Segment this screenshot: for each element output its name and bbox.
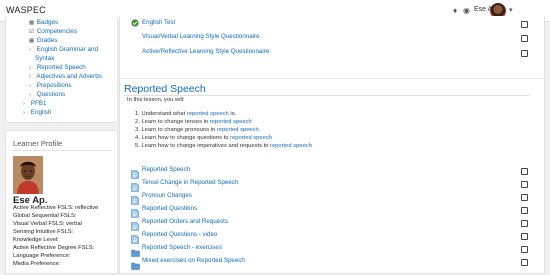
nav-item-grades[interactable]: ▦ Grades <box>29 37 57 45</box>
profile-row: Global Sequential FSLS: <box>13 213 77 219</box>
activity-link[interactable]: Reported Orders and Requests <box>142 218 228 226</box>
completion-checkbox[interactable] <box>521 207 528 214</box>
reported-speech-link[interactable]: reported speech <box>210 119 252 125</box>
completion-checkbox[interactable] <box>521 35 528 42</box>
completion-checkbox[interactable] <box>521 50 528 57</box>
quiz-icon <box>131 19 139 27</box>
activity-link[interactable]: Tense Change in Reported Speech <box>142 179 238 187</box>
chevron-right-icon: › <box>29 74 31 80</box>
activity-link[interactable]: English Test <box>142 19 175 27</box>
section-intro: In this lesson, you will: <box>127 97 185 103</box>
bell-icon[interactable]: ♦ <box>453 6 457 16</box>
nav-item-english-grammar-cont[interactable]: Syntax <box>35 55 54 63</box>
check-square-icon: ☑ <box>29 29 34 35</box>
profile-row: Sensing Intuitive FSLS: <box>13 229 74 235</box>
site-brand[interactable]: WASPEC <box>6 5 46 15</box>
profile-row: Active Reflective Degree FSLS: <box>13 245 95 251</box>
profile-row: Media Preference: <box>13 261 61 267</box>
section-divider <box>120 78 545 79</box>
reported-speech-link[interactable]: reported speech <box>270 143 312 149</box>
objective-item: 1. Understand what reported speech is. <box>135 111 237 117</box>
learner-profile-block: Learner Profile Ese Ap. Active Reflectiv… <box>5 130 118 274</box>
completion-checkbox[interactable] <box>521 233 528 240</box>
reported-speech-link[interactable]: reported speech <box>230 135 272 141</box>
completion-checkbox[interactable] <box>521 259 528 266</box>
section-title[interactable]: Reported Speech <box>124 83 206 95</box>
profile-row: Language Preference: <box>13 253 71 259</box>
nav-item-reported-speech[interactable]: › Reported Speech <box>29 64 86 72</box>
completion-checkbox[interactable] <box>521 246 528 253</box>
objective-item: 4. Learn how to change questions to repo… <box>135 135 272 141</box>
badge-icon: ▩ <box>29 20 35 26</box>
completion-checkbox[interactable] <box>521 181 528 188</box>
caret-down-icon[interactable]: ▾ <box>509 6 513 14</box>
objective-item: 2. Learn to change tenses in reported sp… <box>135 119 252 125</box>
activity-link[interactable]: Visual/Verbal Learning Style Questionnai… <box>142 33 260 41</box>
chevron-right-icon: › <box>29 83 31 89</box>
chevron-right-icon: › <box>29 47 31 53</box>
objective-item: 3. Learn to change pronouns in reported … <box>135 127 259 133</box>
activity-link[interactable]: Pronoun Changes <box>142 192 192 200</box>
learner-photo <box>13 156 43 194</box>
nav-item-prepositions[interactable]: › Prepositions <box>29 82 71 90</box>
completion-checkbox[interactable] <box>521 168 528 175</box>
learner-profile-title: Learner Profile <box>13 139 63 148</box>
completion-checkbox[interactable] <box>521 194 528 201</box>
nav-item-badges[interactable]: ▩ Badges <box>29 19 58 27</box>
nav-item-questions[interactable]: › Questions <box>29 91 65 99</box>
nav-item-english-grammar[interactable]: › English Grammar and <box>29 46 98 54</box>
activity-link[interactable]: Reported Questions - video <box>142 231 217 239</box>
reported-speech-link[interactable]: reported speech <box>217 127 259 133</box>
profile-row: Visual Verbal FSLS: verbal <box>13 221 82 227</box>
divider <box>12 150 112 151</box>
reported-speech-link[interactable]: reported speech <box>187 111 229 117</box>
chevron-right-icon: › <box>23 110 25 116</box>
chat-icon[interactable]: ◉ <box>463 6 470 16</box>
profile-row: Knowledge Level: <box>13 237 59 243</box>
activity-link[interactable]: Reported Speech - exercises <box>142 244 222 252</box>
completion-checkbox[interactable] <box>521 220 528 227</box>
completion-checkbox[interactable] <box>521 21 528 28</box>
activity-link[interactable]: Active/Reflective Learning Style Questio… <box>142 48 269 56</box>
activity-link[interactable]: Reported Questions <box>142 205 197 213</box>
course-content: English Test Visual/Verbal Learning Styl… <box>119 16 545 274</box>
nav-item-english[interactable]: › English <box>23 109 51 117</box>
course-navigation: ▩ Badges ☑ Competencies ▦ Grades › Engli… <box>5 16 118 123</box>
chevron-right-icon: › <box>29 65 31 71</box>
folder-icon <box>131 257 140 275</box>
profile-row: Active Reflective FSLS: reflective <box>13 205 99 211</box>
nav-item-pfb1[interactable]: › PFB1 <box>23 100 47 108</box>
nav-item-competencies[interactable]: ☑ Competencies <box>29 28 77 36</box>
chevron-right-icon: › <box>29 92 31 98</box>
objective-item: 5. Learn how to change imperatives and r… <box>135 143 312 149</box>
activity-link[interactable]: Mixed exercises on Reported Speech <box>142 257 245 265</box>
activity-link[interactable]: Reported Speech <box>142 166 190 174</box>
chevron-right-icon: › <box>23 101 25 107</box>
table-icon: ▦ <box>29 38 35 44</box>
nav-item-adjectives[interactable]: › Adjectives and Adverbs <box>29 73 102 81</box>
section-title-underline <box>124 95 529 96</box>
